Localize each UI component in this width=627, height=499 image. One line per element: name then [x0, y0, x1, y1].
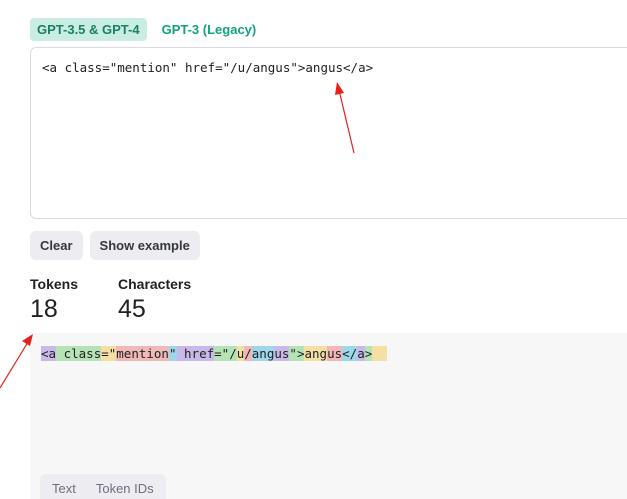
characters-stat: Characters 45 — [118, 276, 191, 324]
view-tabs: Text Token IDs — [40, 474, 166, 499]
tab-token-ids[interactable]: Token IDs — [86, 476, 164, 499]
token-chip: ang — [251, 346, 275, 361]
text-input[interactable]: <a class="mention" href="/u/angus">angus… — [30, 47, 627, 219]
token-chip: us — [274, 346, 290, 361]
tokens-count: 18 — [30, 295, 58, 323]
annotation-arrow-tokens — [0, 334, 33, 389]
token-chip: mention — [116, 346, 169, 361]
tab-gpt-3-5-gpt-4[interactable]: GPT-3.5 & GPT-4 — [30, 18, 147, 41]
model-tabs: GPT-3.5 & GPT-4 GPT-3 (Legacy) — [30, 18, 263, 41]
token-chip: "> — [289, 346, 305, 361]
token-chip: us — [327, 346, 343, 361]
token-chip: =" — [101, 346, 117, 361]
tab-text[interactable]: Text — [42, 476, 86, 499]
tokenizer-page: GPT-3.5 & GPT-4 GPT-3 (Legacy) <a class=… — [0, 0, 627, 499]
token-chip: " — [168, 346, 177, 361]
token-chip: class — [56, 346, 102, 361]
token-chip: / — [244, 346, 252, 361]
tokens-stat: Tokens 18 — [30, 276, 78, 324]
clear-button[interactable]: Clear — [30, 231, 83, 260]
token-chip: ="/ — [214, 346, 237, 361]
token-chip: ang — [304, 346, 328, 361]
characters-count: 45 — [118, 295, 146, 323]
token-chip: href — [176, 346, 215, 361]
tokens-label: Tokens — [30, 276, 78, 292]
token-chip: <a — [41, 346, 57, 361]
token-chip: </ — [342, 346, 358, 361]
token-line: <a class="mention" href="/u/angus">angus… — [41, 346, 388, 362]
token-chip: a — [357, 346, 365, 361]
characters-label: Characters — [118, 276, 192, 292]
action-buttons: Clear Show example — [30, 231, 200, 260]
tab-gpt-3-legacy[interactable]: GPT-3 (Legacy) — [155, 18, 264, 41]
token-chip — [372, 346, 388, 361]
show-example-button[interactable]: Show example — [89, 231, 200, 260]
